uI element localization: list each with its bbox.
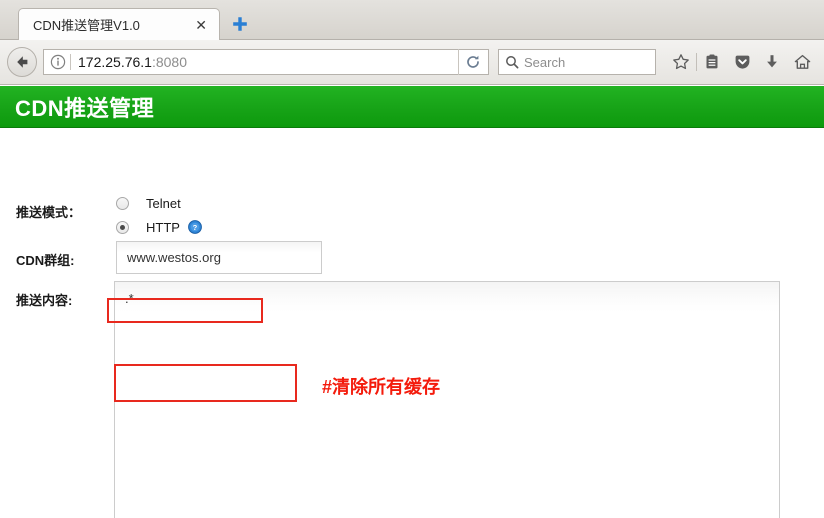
url-host: 172.25.76.1 bbox=[78, 54, 152, 70]
pocket-shield-button[interactable] bbox=[727, 47, 757, 77]
browser-window: CDN推送管理V1.0 ✕ 172.25.76.1:8080 Search C… bbox=[0, 0, 824, 518]
help-question-icon[interactable]: ? bbox=[188, 220, 202, 234]
http-label: HTTP bbox=[146, 219, 180, 235]
home-icon bbox=[794, 54, 810, 69]
telnet-label: Telnet bbox=[146, 195, 181, 211]
page-title: CDN推送管理 bbox=[15, 95, 155, 121]
navigation-toolbar: 172.25.76.1:8080 Search bbox=[0, 40, 824, 85]
page-content: CDN推送管理 推送模式： Telnet HTTP ? CDN群组: www.w… bbox=[0, 86, 824, 518]
push-content-textarea[interactable] bbox=[114, 281, 780, 518]
search-icon bbox=[506, 56, 519, 69]
app-header: CDN推送管理 bbox=[0, 86, 824, 128]
reload-button[interactable] bbox=[458, 49, 486, 75]
search-input[interactable]: Search bbox=[524, 55, 565, 70]
cdn-group-input[interactable] bbox=[116, 241, 322, 274]
push-mode-label: 推送模式： bbox=[16, 205, 82, 220]
svg-text:?: ? bbox=[193, 223, 198, 232]
push-content-label: 推送内容: bbox=[16, 293, 73, 308]
push-mode-radio-group: Telnet HTTP ? bbox=[116, 192, 202, 240]
reader-list-icon bbox=[706, 54, 718, 69]
bookmark-star-icon bbox=[673, 54, 689, 70]
annotation-note: #清除所有缓存 bbox=[322, 377, 441, 397]
info-icon[interactable] bbox=[50, 54, 66, 70]
push-form: 推送模式： Telnet HTTP ? CDN群组: www.westos.or… bbox=[0, 128, 824, 518]
cdn-group-label: CDN群组: bbox=[16, 253, 75, 268]
url-bar[interactable]: 172.25.76.1:8080 bbox=[43, 49, 489, 75]
back-button[interactable] bbox=[7, 47, 37, 77]
plus-icon bbox=[233, 17, 247, 31]
reader-list-button[interactable] bbox=[697, 47, 727, 77]
radio-option-telnet[interactable]: Telnet bbox=[116, 192, 202, 214]
downloads-icon bbox=[767, 55, 777, 68]
reload-icon bbox=[466, 55, 479, 68]
bookmark-star-button[interactable] bbox=[666, 47, 696, 77]
downloads-button[interactable] bbox=[757, 47, 787, 77]
tab-title: CDN推送管理V1.0 bbox=[33, 18, 140, 33]
new-tab-button[interactable] bbox=[230, 14, 250, 34]
browser-tab[interactable]: CDN推送管理V1.0 ✕ bbox=[18, 8, 220, 40]
http-radio[interactable] bbox=[116, 220, 129, 234]
telnet-radio[interactable] bbox=[116, 196, 129, 210]
url-port: :8080 bbox=[151, 54, 188, 70]
tab-strip: CDN推送管理V1.0 ✕ bbox=[0, 0, 824, 40]
back-arrow-icon bbox=[17, 56, 28, 68]
search-box[interactable]: Search bbox=[498, 49, 656, 75]
pocket-shield-icon bbox=[735, 55, 749, 69]
close-icon[interactable]: ✕ bbox=[191, 16, 211, 34]
toolbar-icons bbox=[666, 47, 817, 77]
url-divider bbox=[70, 54, 71, 70]
home-button[interactable] bbox=[787, 47, 817, 77]
radio-option-http[interactable]: HTTP ? bbox=[116, 216, 202, 238]
